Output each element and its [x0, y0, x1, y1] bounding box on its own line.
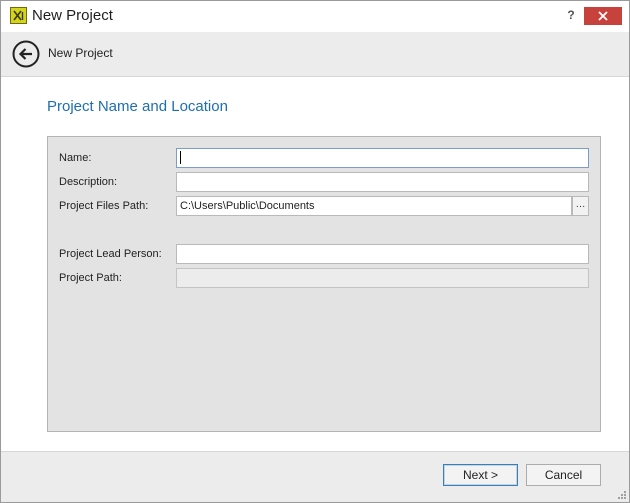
- project-form-panel: Name: Description: Project Files Path: C…: [47, 136, 601, 432]
- window-title: New Project: [32, 7, 113, 24]
- browse-path-button[interactable]: …: [572, 196, 589, 216]
- project-path-label: Project Path:: [59, 272, 122, 284]
- help-button[interactable]: ?: [562, 6, 580, 24]
- title-bar[interactable]: New Project ?: [1, 1, 629, 32]
- back-button[interactable]: [12, 40, 40, 68]
- resize-grip-icon[interactable]: [617, 490, 627, 500]
- close-icon: [598, 11, 608, 21]
- text-caret: [180, 150, 181, 164]
- name-input[interactable]: [176, 148, 589, 168]
- project-lead-person-label: Project Lead Person:: [59, 248, 162, 260]
- description-input[interactable]: [176, 172, 589, 192]
- new-project-window: New Project ? New Project Project Name a…: [0, 0, 630, 503]
- wizard-nav-header: New Project: [1, 32, 629, 77]
- project-path-input: [176, 268, 589, 288]
- xl-app-icon: [10, 7, 27, 24]
- project-lead-person-input[interactable]: [176, 244, 589, 264]
- project-files-path-label: Project Files Path:: [59, 200, 149, 212]
- arrow-left-circle-icon: [12, 40, 40, 68]
- close-button[interactable]: [584, 7, 622, 25]
- project-files-path-input[interactable]: C:\Users\Public\Documents: [176, 196, 572, 216]
- nav-title: New Project: [48, 46, 113, 60]
- description-label: Description:: [59, 176, 118, 188]
- cancel-button[interactable]: Cancel: [526, 464, 601, 486]
- next-button[interactable]: Next >: [443, 464, 518, 486]
- name-label: Name:: [59, 152, 92, 164]
- section-title: Project Name and Location: [47, 98, 228, 115]
- wizard-footer: Next > Cancel: [1, 451, 629, 502]
